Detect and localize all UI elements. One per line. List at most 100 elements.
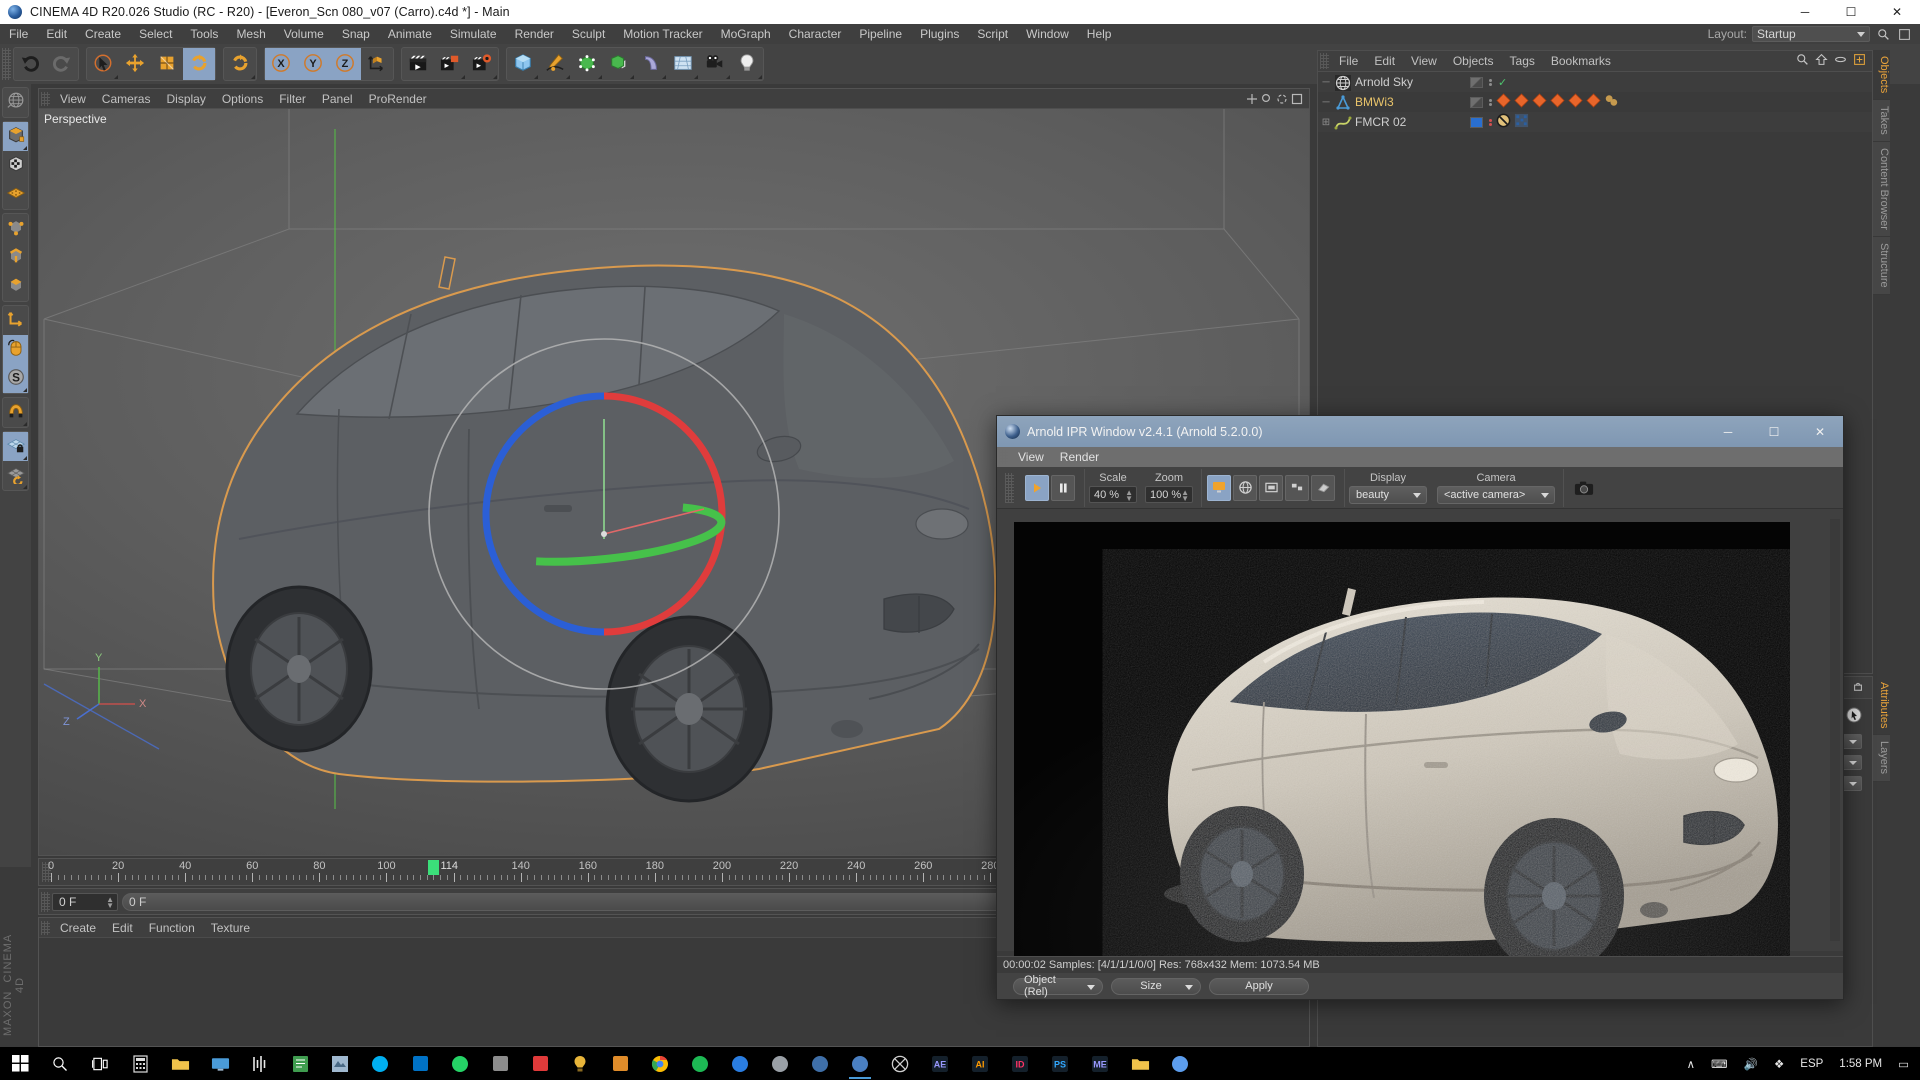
add-spline-button[interactable] bbox=[539, 48, 571, 80]
action-center-icon[interactable]: ▭ bbox=[1891, 1047, 1916, 1080]
location-icon[interactable] bbox=[720, 1047, 760, 1080]
ipr-split-view-button[interactable] bbox=[1285, 474, 1309, 501]
toolbar-grip[interactable] bbox=[2, 48, 11, 80]
material-menu-create[interactable]: Create bbox=[52, 921, 104, 935]
maximize-layout-icon[interactable] bbox=[1896, 26, 1912, 42]
tab-objects[interactable]: Objects bbox=[1873, 50, 1890, 101]
coord-mode-dropdown[interactable]: Object (Rel) bbox=[1013, 974, 1103, 998]
layout-dropdown[interactable]: Startup bbox=[1752, 26, 1870, 42]
search-icon[interactable] bbox=[1875, 26, 1891, 42]
vertex-map-tag-icon[interactable] bbox=[1514, 113, 1529, 131]
ipr-toolbar-grip[interactable] bbox=[1005, 472, 1014, 503]
layer-color-swatch[interactable] bbox=[1470, 116, 1483, 128]
menu-item-plugins[interactable]: Plugins bbox=[911, 24, 968, 44]
dropbox-icon[interactable]: ❖ bbox=[1767, 1047, 1791, 1080]
menu-item-simulate[interactable]: Simulate bbox=[441, 24, 506, 44]
render-view-button[interactable] bbox=[402, 48, 434, 80]
menu-item-create[interactable]: Create bbox=[76, 24, 130, 44]
spinner-icon[interactable]: ▲▼ bbox=[1125, 489, 1133, 503]
clock[interactable]: 1:58 PM bbox=[1832, 1047, 1889, 1080]
enabled-check-icon[interactable]: ✓ bbox=[1498, 76, 1507, 89]
viewport-menu-options[interactable]: Options bbox=[214, 92, 271, 106]
make-editable-button[interactable] bbox=[3, 88, 28, 117]
ipr-start-render-button[interactable] bbox=[1025, 474, 1049, 501]
lock-y-axis[interactable]: Y bbox=[297, 48, 329, 80]
add-deformer-button[interactable] bbox=[635, 48, 667, 80]
window-minimize-button[interactable]: ─ bbox=[1782, 0, 1828, 24]
points-mode-button[interactable] bbox=[3, 214, 28, 243]
add-camera-button[interactable] bbox=[699, 48, 731, 80]
tab-takes[interactable]: Takes bbox=[1873, 100, 1890, 143]
spinner-icon[interactable]: ▲▼ bbox=[1181, 489, 1189, 503]
material-menu-function[interactable]: Function bbox=[141, 921, 203, 935]
viewport-menu-cameras[interactable]: Cameras bbox=[94, 92, 159, 106]
show-hidden-icons[interactable]: ∧ bbox=[1680, 1047, 1702, 1080]
add-array-button[interactable] bbox=[603, 48, 635, 80]
tree-expand-icon[interactable]: ─ bbox=[1318, 77, 1334, 88]
snap-button[interactable] bbox=[3, 398, 28, 427]
ipr-render-region-button[interactable] bbox=[1207, 474, 1231, 501]
viewport-maximize-icon[interactable] bbox=[1291, 93, 1303, 105]
tab-attributes[interactable]: Attributes bbox=[1873, 676, 1890, 736]
menu-item-help[interactable]: Help bbox=[1078, 24, 1121, 44]
rotate-alt-tool[interactable] bbox=[224, 48, 256, 80]
object-manager-row[interactable]: ⊞FMCR 02✓ bbox=[1318, 112, 1872, 132]
layer-color-swatch[interactable] bbox=[1470, 96, 1483, 108]
texture-tag-icon[interactable] bbox=[1604, 93, 1619, 111]
media-encoder-icon[interactable]: ME bbox=[1080, 1047, 1120, 1080]
illustrator-icon[interactable]: AI bbox=[960, 1047, 1000, 1080]
texture-mode-button[interactable] bbox=[3, 151, 28, 180]
menu-item-snap[interactable]: Snap bbox=[333, 24, 379, 44]
outlook-icon[interactable] bbox=[400, 1047, 440, 1080]
object-menu-file[interactable]: File bbox=[1331, 54, 1366, 68]
coord-size-dropdown[interactable]: Size bbox=[1111, 977, 1201, 995]
spinner-icon[interactable]: ▲▼ bbox=[106, 895, 114, 909]
ipr-sphere-preview-button[interactable] bbox=[1233, 474, 1257, 501]
volume-icon[interactable]: 🔊 bbox=[1737, 1047, 1765, 1080]
ipr-vertical-scrollbar[interactable] bbox=[1830, 519, 1840, 941]
viewport-menu-display[interactable]: Display bbox=[158, 92, 213, 106]
material-menu-edit[interactable]: Edit bbox=[104, 921, 141, 935]
redo-button[interactable] bbox=[46, 48, 78, 80]
scale-tool[interactable] bbox=[151, 48, 183, 80]
render-to-picture-viewer-button[interactable] bbox=[434, 48, 466, 80]
add-layer-icon[interactable] bbox=[1853, 53, 1866, 69]
ipr-camera-dropdown[interactable]: <active camera> bbox=[1437, 485, 1555, 504]
object-manager-row[interactable]: ─ BMWi3 bbox=[1318, 92, 1872, 112]
indesign-icon[interactable]: ID bbox=[1000, 1047, 1040, 1080]
ipr-close-button[interactable]: ✕ bbox=[1797, 416, 1843, 447]
object-menu-objects[interactable]: Objects bbox=[1445, 54, 1502, 68]
tree-expand-icon[interactable]: ⊞ bbox=[1318, 117, 1334, 128]
menu-item-motion-tracker[interactable]: Motion Tracker bbox=[614, 24, 711, 44]
viewport-menu-panel[interactable]: Panel bbox=[314, 92, 361, 106]
workplane-mode-button[interactable] bbox=[3, 180, 28, 209]
viewport-menu-view[interactable]: View bbox=[52, 92, 94, 106]
soft-selection-button[interactable]: S bbox=[3, 364, 28, 393]
visibility-dots-icon[interactable] bbox=[1489, 118, 1492, 126]
start-button[interactable] bbox=[0, 1047, 40, 1080]
ipr-scale-field[interactable]: 40 % ▲ ▼ bbox=[1089, 486, 1137, 503]
live-selection-tool[interactable] bbox=[87, 48, 119, 80]
visibility-dots-icon[interactable] bbox=[1489, 78, 1492, 86]
search-icon[interactable] bbox=[1796, 53, 1809, 69]
ipr-snapshot-button[interactable] bbox=[1569, 475, 1599, 501]
menu-item-edit[interactable]: Edit bbox=[37, 24, 76, 44]
rotate-tool[interactable] bbox=[183, 48, 215, 80]
language-indicator[interactable]: ESP bbox=[1793, 1047, 1830, 1080]
material-tag-icon[interactable] bbox=[1568, 93, 1583, 111]
menu-item-character[interactable]: Character bbox=[780, 24, 851, 44]
viewport-menu-prorender[interactable]: ProRender bbox=[361, 92, 435, 106]
ipr-render-canvas[interactable] bbox=[1014, 522, 1790, 960]
edges-mode-button[interactable] bbox=[3, 243, 28, 272]
polygons-mode-button[interactable] bbox=[3, 272, 28, 301]
network-icon[interactable]: ⌨ bbox=[1704, 1047, 1735, 1080]
material-tag-icon[interactable] bbox=[1532, 93, 1547, 111]
viewport-menu-filter[interactable]: Filter bbox=[271, 92, 314, 106]
tab-content-browser[interactable]: Content Browser bbox=[1873, 142, 1890, 237]
material-tag-icon[interactable] bbox=[1586, 93, 1601, 111]
material-menu-texture[interactable]: Texture bbox=[203, 921, 258, 935]
render-settings-button[interactable] bbox=[466, 48, 498, 80]
protection-tag-icon[interactable] bbox=[1496, 113, 1511, 131]
object-axis-mode-button[interactable] bbox=[3, 306, 28, 335]
tab-structure[interactable]: Structure bbox=[1873, 236, 1890, 295]
